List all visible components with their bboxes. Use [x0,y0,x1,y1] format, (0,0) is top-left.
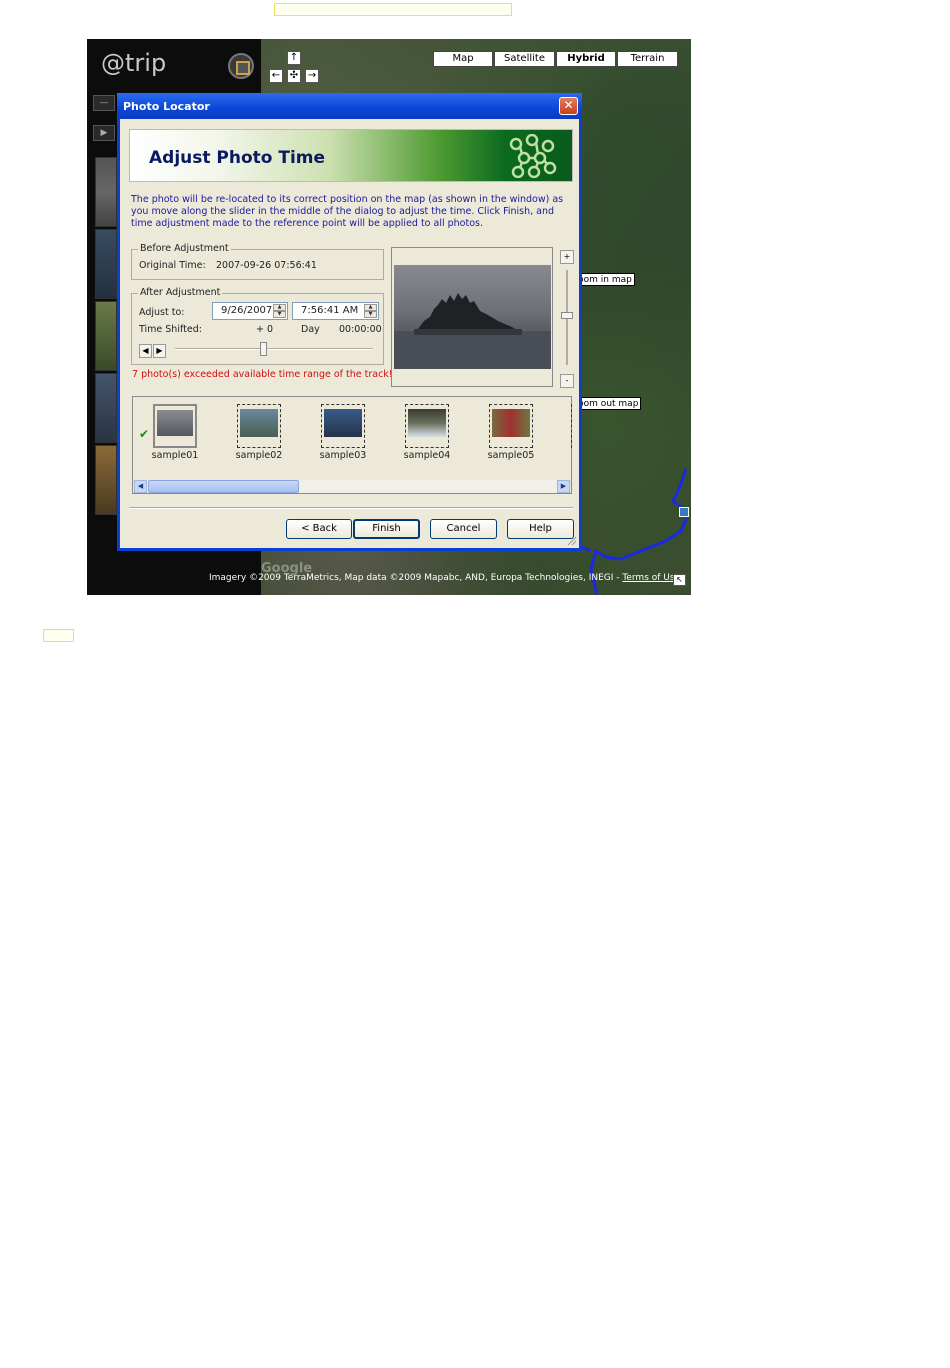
after-adjustment-group: After Adjustment Adjust to: 9/26/2007 ▲ … [131,287,384,365]
preview-image [394,265,551,369]
dialog-description: The photo will be re-located to its corr… [131,194,564,229]
time-down-button[interactable]: ▼ [364,311,377,318]
thumbnail-sample04[interactable] [405,404,449,448]
lake-island-image [394,293,551,369]
step-back-icon[interactable]: ◀ [139,344,152,358]
scroll-right-icon[interactable]: ▶ [557,480,570,493]
date-value: 9/26/2007 [221,305,273,316]
resize-grip-icon[interactable] [567,536,577,546]
highlight-box-bottom [43,629,74,642]
thumbnail-image [408,409,446,437]
app-logo: @trip [101,49,167,77]
thumbnail-list[interactable]: ✔ sample01 sample02 sample03 sample04 sa… [132,396,572,494]
photo-locator-dialog: Photo Locator ✕ Adjust Photo Time The ph… [117,93,582,551]
side-photo-thumbnail[interactable] [95,301,117,371]
thumbnail-caption: sample05 [487,450,535,461]
thumbnail-image [492,409,530,437]
pan-center-icon[interactable]: ✣ [287,69,301,83]
highlight-box-top [274,3,512,16]
map-type-map[interactable]: Map [433,51,493,67]
record-button[interactable] [228,53,254,79]
adjust-to-label: Adjust to: [139,307,185,318]
side-photo-thumbnail[interactable] [95,229,117,299]
attribution-text: Imagery ©2009 TerraMetrics, Map data ©20… [209,573,623,583]
map-attribution: Imagery ©2009 TerraMetrics, Map data ©20… [209,573,680,583]
thumbnail-sample03[interactable] [321,404,365,448]
thumbnail-caption: sample02 [235,450,283,461]
thumbnail-image [157,410,193,436]
dialog-title: Photo Locator [123,100,210,113]
pan-left-icon[interactable]: ← [269,69,283,83]
back-button[interactable]: < Back [286,519,352,539]
cancel-button[interactable]: Cancel [430,519,497,539]
zoom-in-button[interactable]: + [560,250,574,264]
before-adjustment-legend: Before Adjustment [138,243,231,254]
date-down-button[interactable]: ▼ [273,311,286,318]
close-button[interactable]: ✕ [559,97,578,115]
date-up-button[interactable]: ▲ [273,304,286,311]
photo-preview [391,247,553,387]
pan-right-icon[interactable]: → [305,69,319,83]
thumbnail-sample05[interactable] [489,404,533,448]
pan-up-icon[interactable]: ↑ [287,51,301,65]
map-type-terrain[interactable]: Terrain [617,51,678,67]
original-time-value: 2007-09-26 07:56:41 [216,260,317,271]
wizard-banner: Adjust Photo Time [129,129,573,182]
before-adjustment-group: Before Adjustment Original Time: 2007-09… [131,243,384,280]
map-type-hybrid[interactable]: Hybrid [556,51,616,67]
thumbnail-caption: sample03 [319,450,367,461]
day-label: Day [301,324,320,335]
photo-marker-icon[interactable] [679,507,689,517]
side-photo-thumbnail[interactable] [95,157,117,227]
zoom-slider-thumb[interactable] [561,312,573,319]
overview-toggle-icon[interactable]: ↖ [673,574,686,586]
molecule-logo-icon [509,134,557,178]
thumbnail-image [324,409,362,437]
minus-button[interactable]: — [93,95,115,111]
zoom-out-button[interactable]: - [560,374,574,388]
thumbnail-image [240,409,278,437]
thumbnail-sample01[interactable] [153,404,197,448]
dialog-titlebar[interactable]: Photo Locator ✕ [117,93,582,119]
step-forward-icon[interactable]: ▶ [153,344,166,358]
scroll-left-icon[interactable]: ◀ [134,480,147,493]
after-adjustment-legend: After Adjustment [138,287,223,298]
thumbnail-partial [571,404,572,448]
warning-message: 7 photo(s) exceeded available time range… [132,369,393,380]
terms-of-use-link[interactable]: Terms of Use [622,573,680,583]
help-button[interactable]: Help [507,519,574,539]
time-up-button[interactable]: ▲ [364,304,377,311]
side-photo-thumbnail[interactable] [95,373,117,443]
time-shifted-label: Time Shifted: [139,324,202,335]
map-type-satellite[interactable]: Satellite [494,51,555,67]
time-value: 7:56:41 AM [301,305,359,316]
thumbnail-caption: sample04 [403,450,451,461]
thumbnail-scrollbar[interactable]: ◀ ▶ [134,480,570,493]
thumbnail-sample02[interactable] [237,404,281,448]
time-slider-thumb[interactable] [260,342,267,356]
side-photo-thumbnail[interactable] [95,445,117,515]
finish-button[interactable]: Finish [353,519,420,539]
time-slider-track[interactable] [175,348,373,350]
original-time-label: Original Time: [139,260,206,271]
time-picker[interactable]: 7:56:41 AM ▲ ▼ [292,302,379,320]
scroll-thumb[interactable] [148,480,299,493]
reference-check-icon: ✔ [139,427,150,441]
banner-title: Adjust Photo Time [149,148,326,168]
play-button[interactable]: ▶ [93,125,115,141]
shift-days-value: + 0 [256,324,274,335]
date-picker[interactable]: 9/26/2007 ▲ ▼ [212,302,288,320]
thumbnail-caption: sample01 [151,450,199,461]
button-separator [129,507,573,509]
shift-time-value: 00:00:00 [339,324,382,335]
